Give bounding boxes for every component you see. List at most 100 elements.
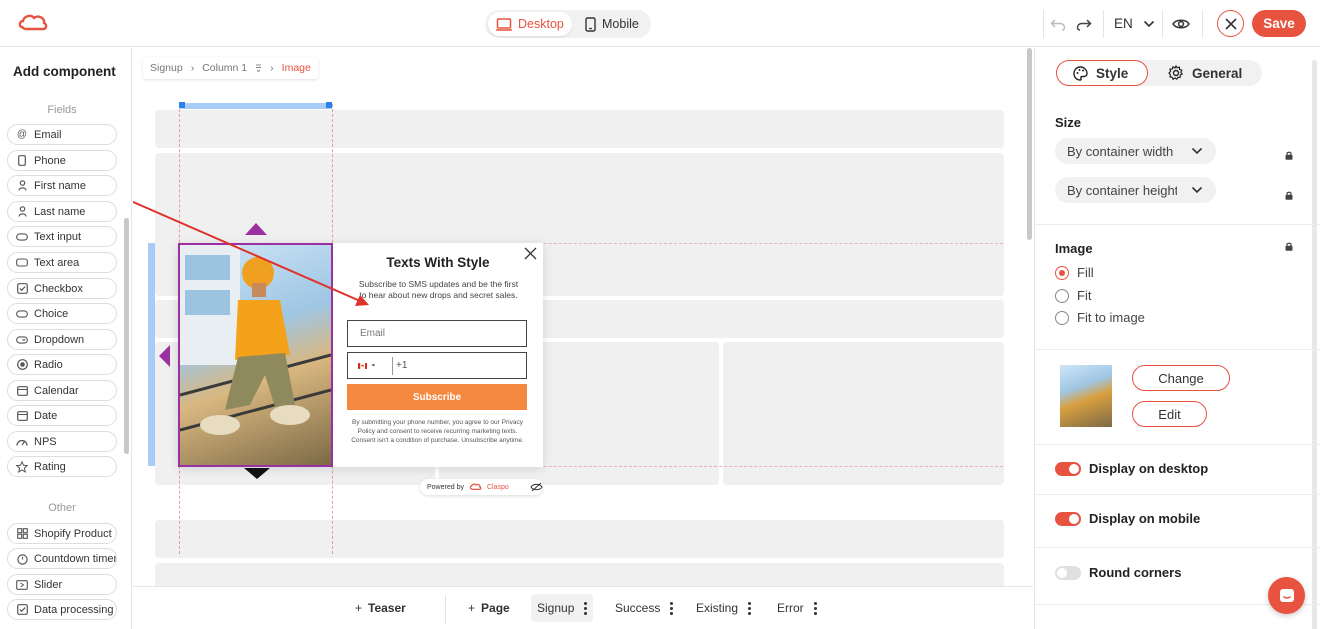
- component-data-processing[interactable]: Data processing: [7, 599, 117, 620]
- checkbox-icon: [16, 604, 28, 616]
- display-desktop-toggle[interactable]: [1055, 461, 1081, 476]
- image-fit-option[interactable]: Fit: [1055, 288, 1091, 303]
- radio-label: Fill: [1077, 265, 1094, 280]
- page-tab-success[interactable]: Success: [609, 594, 679, 622]
- component-email[interactable]: @ Email: [7, 124, 117, 145]
- height-mode-value: By container height: [1067, 182, 1177, 198]
- component-last-name[interactable]: Last name: [7, 201, 117, 222]
- image-fill-option[interactable]: Fill: [1055, 265, 1094, 280]
- add-page-label: Page: [481, 601, 510, 615]
- add-teaser-button[interactable]: + Teaser: [349, 594, 412, 622]
- country-select[interactable]: [348, 361, 376, 371]
- component-calendar[interactable]: Calendar: [7, 380, 117, 401]
- redo-icon: [1076, 18, 1092, 31]
- component-nps[interactable]: NPS: [7, 431, 117, 452]
- toolbar-divider: [1043, 10, 1044, 38]
- eye-off-icon[interactable]: [530, 482, 543, 492]
- component-rating[interactable]: Rating: [7, 456, 117, 477]
- component-label: Calendar: [34, 384, 79, 397]
- change-image-button[interactable]: Change: [1132, 365, 1230, 391]
- popup-phone-input[interactable]: +1: [347, 352, 527, 379]
- panel-title: Add component: [13, 64, 116, 79]
- width-mode-select[interactable]: By container width: [1055, 138, 1216, 164]
- component-shopify-product[interactable]: Shopify Product: [7, 523, 117, 544]
- tab-general[interactable]: General: [1152, 60, 1242, 86]
- page-tab-error[interactable]: Error: [771, 594, 823, 622]
- tab-style-label: Style: [1096, 65, 1129, 81]
- tab-style[interactable]: Style: [1056, 60, 1148, 86]
- mobile-view-button[interactable]: Mobile: [577, 12, 647, 36]
- redo-button[interactable]: [1076, 0, 1092, 47]
- component-dropdown[interactable]: Dropdown: [7, 329, 117, 350]
- round-corners-toggle[interactable]: [1055, 565, 1081, 580]
- add-page-button[interactable]: + Page: [462, 594, 516, 622]
- choice-icon: [16, 308, 28, 320]
- component-label: Radio: [34, 358, 63, 371]
- image-fit-to-image-option[interactable]: Fit to image: [1055, 310, 1145, 325]
- chevron-down-icon: [1191, 147, 1203, 155]
- move-down-arrow-icon[interactable]: [244, 468, 270, 479]
- page-tab-signup[interactable]: Signup: [531, 594, 594, 622]
- lock-icon[interactable]: [1285, 242, 1293, 251]
- component-label: Email: [34, 128, 62, 141]
- section-divider: [1035, 444, 1320, 445]
- phone-divider: [392, 357, 393, 375]
- round-corners-toggle-row[interactable]: Round corners: [1055, 565, 1181, 580]
- component-text-input[interactable]: Text input: [7, 226, 117, 247]
- display-desktop-toggle-row[interactable]: Display on desktop: [1055, 461, 1208, 476]
- popup-subscribe-button[interactable]: Subscribe: [347, 384, 527, 410]
- language-select[interactable]: EN: [1114, 0, 1155, 47]
- page-menu-icon[interactable]: [584, 601, 588, 615]
- page-tab-existing[interactable]: Existing: [690, 594, 757, 622]
- radio-label: Fit: [1077, 288, 1092, 303]
- display-mobile-toggle[interactable]: [1055, 511, 1081, 526]
- component-first-name[interactable]: First name: [7, 175, 117, 196]
- properties-tabs: Style General: [1056, 60, 1262, 86]
- support-chat-button[interactable]: [1268, 577, 1305, 614]
- canvas-scrollbar[interactable]: [1027, 48, 1032, 240]
- undo-button[interactable]: [1050, 0, 1066, 47]
- page-tab-label: Existing: [696, 601, 739, 615]
- image-thumbnail: [1060, 365, 1112, 427]
- lock-icon[interactable]: [1285, 191, 1293, 200]
- display-mobile-toggle-row[interactable]: Display on mobile: [1055, 511, 1200, 526]
- component-checkbox[interactable]: Checkbox: [7, 278, 117, 299]
- drag-annotation-arrow-icon: [133, 200, 369, 306]
- component-slider[interactable]: Slider: [7, 574, 117, 595]
- radio-label: Fit to image: [1077, 310, 1145, 325]
- layout-placeholder: [723, 342, 1004, 485]
- component-label: Choice: [34, 307, 69, 320]
- properties-panel: Style General Size By container width By…: [1034, 48, 1320, 629]
- panel-scrollbar[interactable]: [124, 218, 129, 454]
- desktop-view-button[interactable]: Desktop: [488, 12, 572, 36]
- component-label: Last name: [34, 205, 86, 218]
- language-label: EN: [1114, 16, 1133, 31]
- page-menu-icon[interactable]: [813, 601, 817, 615]
- component-radio[interactable]: Radio: [7, 354, 117, 375]
- radio-icon: [16, 359, 28, 371]
- powered-by-badge: Powered by Claspo: [420, 479, 543, 495]
- panel-scrollbar[interactable]: [1312, 60, 1317, 629]
- component-date[interactable]: Date: [7, 405, 117, 426]
- preview-button[interactable]: [1172, 0, 1190, 47]
- component-choice[interactable]: Choice: [7, 303, 117, 324]
- claspo-logo-icon[interactable]: [18, 13, 48, 33]
- component-phone[interactable]: Phone: [7, 150, 117, 171]
- add-component-panel: Add component Fields @ Email Phone First …: [0, 48, 132, 629]
- component-countdown-timer[interactable]: Countdown timer: [7, 548, 117, 569]
- height-mode-select[interactable]: By container height: [1055, 177, 1216, 203]
- move-left-arrow-icon[interactable]: [159, 345, 170, 367]
- page-menu-icon[interactable]: [670, 601, 674, 615]
- input-icon: [16, 231, 28, 243]
- edit-image-button[interactable]: Edit: [1132, 401, 1207, 427]
- close-editor-button[interactable]: [1217, 10, 1244, 37]
- section-divider: [1035, 547, 1320, 548]
- save-button[interactable]: Save: [1252, 10, 1306, 37]
- tab-general-label: General: [1192, 65, 1243, 81]
- component-label: Text input: [34, 230, 82, 243]
- gauge-icon: [16, 436, 28, 448]
- page-menu-icon[interactable]: [748, 601, 752, 615]
- component-text-area[interactable]: Text area: [7, 252, 117, 273]
- lock-icon[interactable]: [1285, 151, 1293, 160]
- gear-icon: [1168, 65, 1184, 81]
